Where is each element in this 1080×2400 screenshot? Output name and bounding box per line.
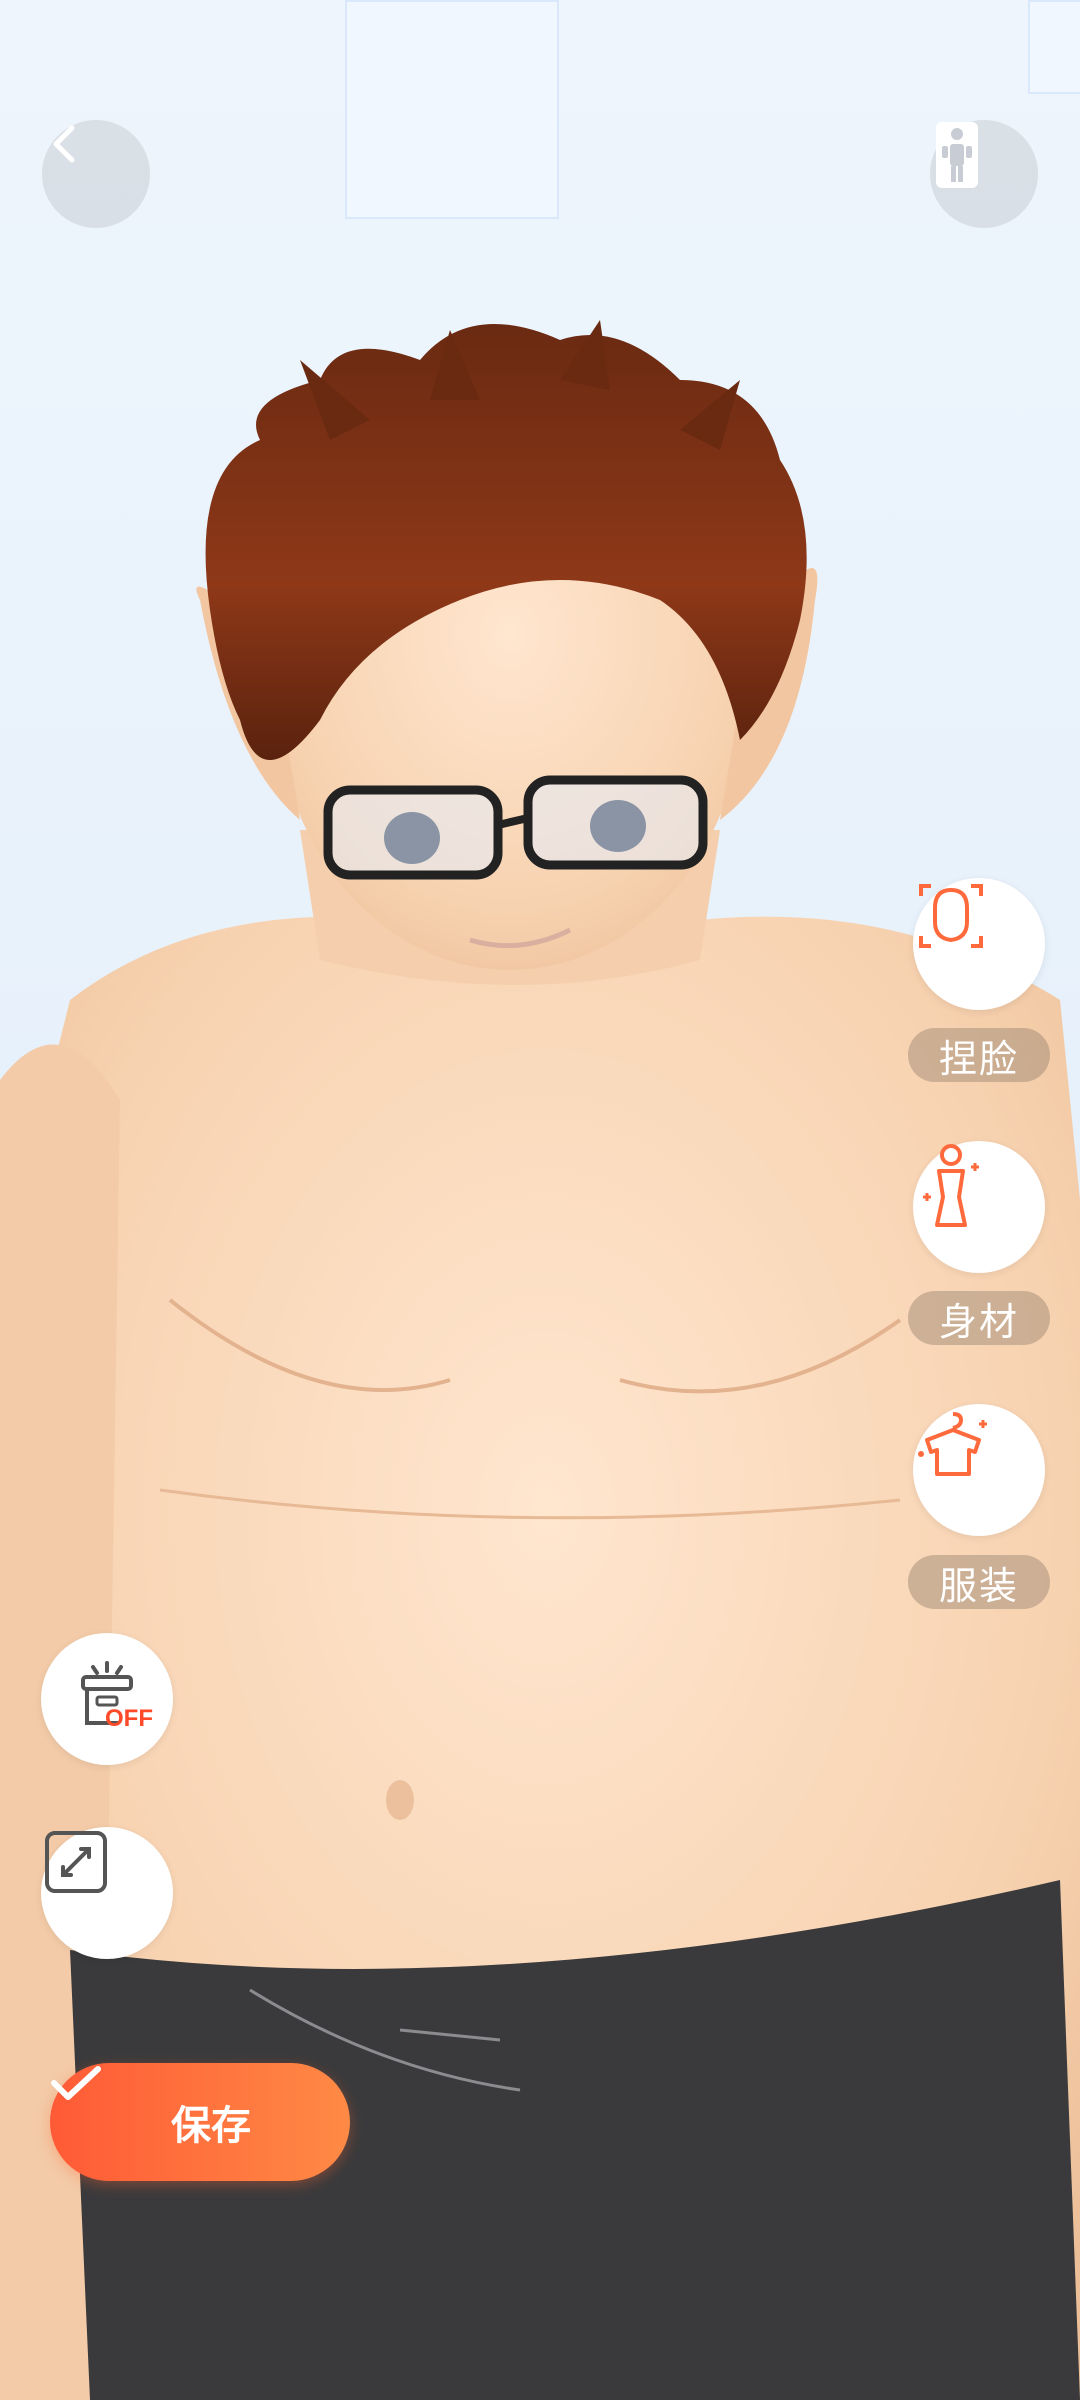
save-label: 保存	[171, 2103, 251, 2149]
avatar-viewport[interactable]: 捏脸 身材 服装 OFF 保存	[0, 0, 1080, 2400]
lamp-off-icon: OFF	[67, 1659, 153, 1739]
back-button[interactable]	[42, 120, 150, 228]
save-button[interactable]: 保存	[50, 2063, 350, 2181]
face-edit-label: 捏脸	[908, 1028, 1050, 1082]
pose-button[interactable]	[930, 120, 1038, 228]
fullscreen-button[interactable]	[41, 1827, 173, 1959]
toggle-state-text: OFF	[105, 1705, 153, 1732]
body-edit-button[interactable]	[913, 1141, 1045, 1273]
body-edit-label: 身材	[908, 1291, 1050, 1345]
scene-light-toggle[interactable]: OFF	[41, 1633, 173, 1765]
clothing-edit-button[interactable]	[913, 1404, 1045, 1536]
face-edit-button[interactable]	[913, 878, 1045, 1010]
clothing-edit-label: 服装	[908, 1555, 1050, 1609]
